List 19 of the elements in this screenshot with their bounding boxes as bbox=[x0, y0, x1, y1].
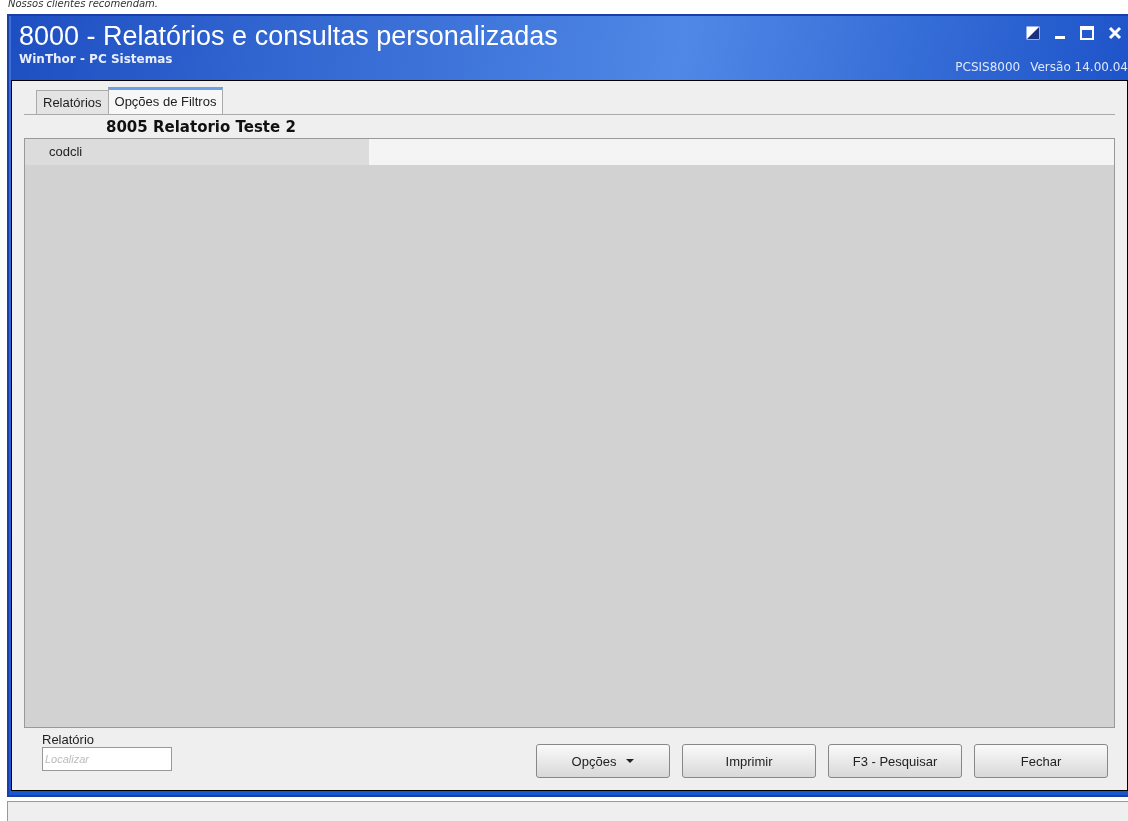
tab[interactable]: Relatórios bbox=[36, 90, 109, 114]
search-label: Relatório bbox=[42, 732, 96, 747]
version-text: Versão 14.00.04 bbox=[1030, 60, 1128, 74]
program-code: PCSIS8000 bbox=[955, 60, 1021, 74]
window-subtitle: WinThor - PC Sistemas bbox=[19, 52, 174, 66]
window-title: 8000 - Relatórios e consultas personalizadas bbox=[19, 20, 558, 52]
tab[interactable]: Opções de Filtros bbox=[107, 87, 224, 114]
filter-name: codcli bbox=[25, 139, 369, 165]
action-button[interactable]: Imprimir bbox=[682, 744, 816, 778]
report-title: 8005 Relatorio Teste 2 bbox=[105, 117, 297, 138]
close-icon[interactable] bbox=[1108, 26, 1122, 40]
dropdown-button[interactable]: Opções bbox=[536, 744, 670, 778]
caption-text: Nossos clientes recomendam. bbox=[7, 0, 160, 11]
caret-icon bbox=[626, 759, 635, 763]
action-button[interactable]: F3 - Pesquisar bbox=[828, 744, 962, 778]
search-field[interactable]: Localizar bbox=[42, 747, 172, 771]
restore-icon[interactable] bbox=[1026, 26, 1040, 40]
action-button[interactable]: Fechar bbox=[974, 744, 1108, 778]
maximize-icon[interactable] bbox=[1080, 26, 1094, 40]
